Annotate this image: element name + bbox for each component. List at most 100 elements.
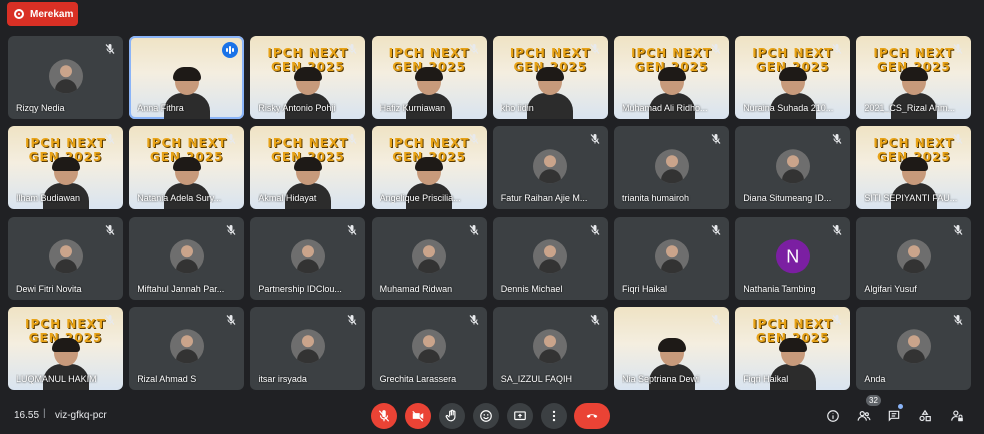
camera-off-icon <box>412 410 424 422</box>
mic-muted-icon <box>468 132 480 145</box>
participant-name: Miftahul Jannah Par... <box>137 283 225 294</box>
participant-name: Anda <box>864 373 886 384</box>
participant-name: kho iidin <box>500 103 534 113</box>
present-icon <box>514 411 526 421</box>
chat-icon <box>888 410 900 422</box>
participant-tile[interactable]: IPCH NEXT GEN 2025 Risky Antonio Pohji <box>250 36 366 119</box>
people-icon <box>857 411 871 421</box>
avatar <box>169 329 204 364</box>
participant-tile[interactable]: IPCH NEXT GEN 2025 Nuraina Suhada 210... <box>735 36 851 119</box>
microphone-toggle-button[interactable] <box>371 403 397 429</box>
bottom-bar: 16.55 | viz-gfkq-pcr 32 <box>0 395 984 434</box>
participant-tile[interactable]: Rizal Ahmad S <box>129 306 245 390</box>
participant-tile[interactable]: IPCH NEXT GEN 2025 Fiqri Haikal <box>735 306 851 390</box>
mic-muted-icon <box>710 223 722 235</box>
participant-tile[interactable]: N Nathania Tambing <box>735 216 851 300</box>
mic-muted-icon <box>831 313 843 325</box>
participant-tile[interactable]: SA_IZZUL FAQIH <box>492 306 608 390</box>
participant-name: Rizqy Nedia <box>16 103 65 113</box>
participant-tile[interactable]: IPCH NEXT GEN 2025 Angelique Priscilia... <box>371 126 487 210</box>
avatar <box>48 58 83 93</box>
mic-muted-icon <box>952 42 964 54</box>
emoji-icon <box>480 410 492 422</box>
participant-tile[interactable]: Anda <box>856 306 972 390</box>
divider: | <box>43 408 46 419</box>
mic-muted-icon <box>710 313 722 325</box>
mic-muted-icon <box>225 223 237 235</box>
participant-tile[interactable]: Rizqy Nedia <box>8 36 123 119</box>
mic-muted-icon <box>831 42 843 54</box>
participant-tile[interactable]: IPCH NEXT GEN 2025 Akmal Hidayat <box>250 126 366 210</box>
participant-tile[interactable]: Nia Septriana Dewi <box>614 306 729 390</box>
mic-muted-icon <box>589 132 601 145</box>
avatar <box>533 239 568 274</box>
participant-tile[interactable]: trianita humairoh <box>614 126 729 210</box>
participant-name: Algifari Yusuf <box>864 283 917 294</box>
participant-name: Akmal Hidayat <box>258 193 317 204</box>
mic-muted-icon <box>104 132 116 145</box>
speaking-indicator-icon <box>222 42 239 58</box>
avatar <box>412 329 447 364</box>
participant-tile[interactable]: IPCH NEXT GEN 2025 Ilham Budiawan <box>8 126 123 210</box>
participant-name: Grechita Larassera <box>379 373 457 384</box>
participant-tile[interactable]: Dennis Michael <box>492 216 608 300</box>
hand-icon <box>445 409 456 422</box>
participant-tile[interactable]: Algifari Yusuf <box>856 216 972 300</box>
participant-tile[interactable]: IPCH NEXT GEN 2025 2021_CS_Rizal Ahm... <box>856 36 972 119</box>
participant-tile[interactable]: Anna Fithra <box>129 36 245 119</box>
participant-tile[interactable]: IPCH NEXT GEN 2025 Hafiz Kurniawan <box>371 36 487 119</box>
chat-button[interactable] <box>884 406 904 426</box>
present-screen-button[interactable] <box>507 403 533 429</box>
participant-tile[interactable]: Miftahul Jannah Par... <box>129 216 245 300</box>
recording-indicator[interactable]: Merekam <box>7 2 78 26</box>
participants-count-badge: 32 <box>866 395 881 406</box>
participant-name: Risky Antonio Pohji <box>258 103 336 113</box>
avatar <box>48 239 83 274</box>
activities-button[interactable] <box>915 406 935 426</box>
participant-tile[interactable]: Partnership IDClou... <box>250 216 366 300</box>
participant-tile[interactable]: itsar irsyada <box>250 306 366 390</box>
mic-off-icon <box>378 410 390 422</box>
participant-tile[interactable]: IPCH NEXT GEN 2025 SITI SEPIYANTI FAU... <box>856 126 972 210</box>
avatar <box>169 239 204 274</box>
reactions-button[interactable] <box>473 403 499 429</box>
mic-muted-icon <box>468 313 480 325</box>
participants-button[interactable] <box>854 406 874 426</box>
participant-name: trianita humairoh <box>622 193 690 204</box>
avatar <box>896 329 931 364</box>
participant-tile[interactable]: IPCH NEXT GEN 2025 Muhamad Ali Ridho... <box>614 36 729 119</box>
participant-name: Muhamad Ridwan <box>379 283 453 294</box>
participant-tile[interactable]: Fiqri Haikal <box>614 216 729 300</box>
participant-tile[interactable]: Fatur Raihan Ajie M... <box>492 126 608 210</box>
avatar <box>290 329 325 364</box>
participant-tile[interactable]: IPCH NEXT GEN 2025 Natania Adela Sury... <box>129 126 245 210</box>
leave-call-button[interactable] <box>574 403 610 429</box>
participant-name: Nuraina Suhada 210... <box>743 103 834 113</box>
participant-tile[interactable]: Grechita Larassera <box>371 306 487 390</box>
host-controls-button[interactable] <box>947 406 967 426</box>
avatar <box>412 239 447 274</box>
participant-tile[interactable]: Diana Situmeang ID... <box>735 126 851 210</box>
meeting-details-button[interactable] <box>823 406 843 426</box>
mic-muted-icon <box>831 132 843 145</box>
mic-muted-icon <box>346 313 358 325</box>
lock-person-icon <box>951 410 963 422</box>
participant-tile[interactable]: IPCH NEXT GEN 2025 kho iidin <box>492 36 608 119</box>
mic-muted-icon <box>589 313 601 325</box>
participant-tile[interactable]: Dewi Fitri Novita <box>8 216 123 300</box>
participant-tile[interactable]: IPCH NEXT GEN 2025 LUQMANUL HAKIM <box>8 306 123 390</box>
participant-tile[interactable]: Muhamad Ridwan <box>371 216 487 300</box>
raise-hand-button[interactable] <box>439 403 465 429</box>
meeting-time: 16.55 <box>14 410 40 421</box>
mic-muted-icon <box>225 132 237 145</box>
hang-up-icon <box>586 414 598 418</box>
mic-muted-icon <box>468 42 480 54</box>
avatar <box>533 149 568 184</box>
mic-muted-icon <box>104 223 116 235</box>
avatar <box>533 329 568 364</box>
participant-name: Natania Adela Sury... <box>137 193 222 204</box>
camera-toggle-button[interactable] <box>405 403 431 429</box>
more-options-button[interactable] <box>541 403 567 429</box>
mic-muted-icon <box>104 313 116 325</box>
participant-name: Diana Situmeang ID... <box>743 193 832 204</box>
